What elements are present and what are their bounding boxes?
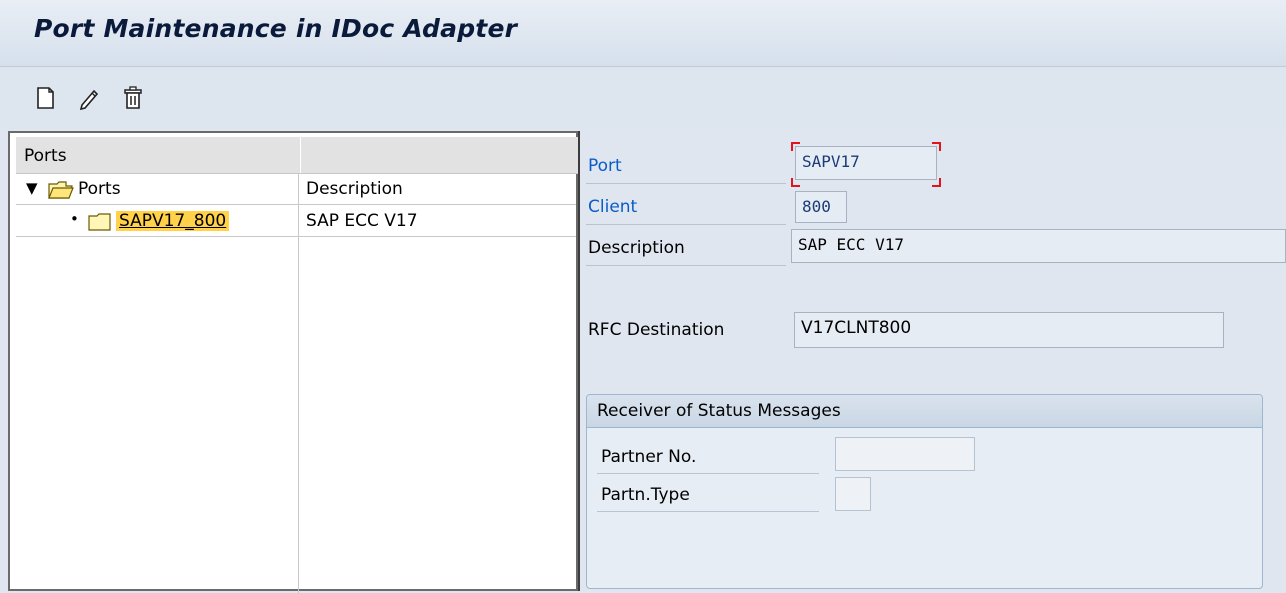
tree-header-label: Ports — [24, 146, 67, 166]
create-document-icon — [37, 87, 54, 109]
label-underline — [586, 183, 786, 184]
label-underline — [586, 224, 786, 225]
page-title: Port Maintenance in IDoc Adapter — [34, 14, 518, 43]
description-label: Description — [588, 238, 685, 258]
title-bar: Port Maintenance in IDoc Adapter — [0, 0, 1286, 67]
tree-node-label-selected[interactable]: SAPV17_800 — [116, 211, 230, 231]
description-field[interactable]: SAP ECC V17 — [791, 229, 1286, 263]
partner-no-field[interactable] — [835, 437, 975, 471]
group-header: Receiver of Status Messages — [587, 395, 1262, 428]
create-button[interactable] — [30, 83, 60, 113]
delete-button[interactable] — [118, 83, 148, 113]
focus-bracket-top-right — [932, 142, 941, 151]
row-divider — [16, 236, 576, 237]
application-toolbar — [0, 67, 1286, 129]
partner-type-field[interactable] — [835, 477, 871, 511]
expand-triangle-icon[interactable]: ▼ — [26, 179, 38, 197]
tree-column-header-description: Description — [306, 179, 403, 199]
pane-splitter[interactable] — [578, 131, 580, 591]
group-title: Receiver of Status Messages — [597, 401, 841, 421]
port-tree-panel: Ports ▼ Ports Description • SAPV17_800 S… — [8, 131, 580, 593]
partner-no-label: Partner No. — [601, 447, 697, 467]
label-underline — [597, 511, 819, 512]
open-folder-icon — [48, 181, 74, 199]
folder-icon — [88, 213, 111, 231]
focus-bracket-top-left — [791, 142, 800, 151]
tree-row-root[interactable]: ▼ Ports Description — [16, 173, 578, 205]
port-label: Port — [588, 156, 622, 176]
tree-header-column-ports[interactable]: Ports — [16, 137, 301, 173]
rfc-destination-label: RFC Destination — [588, 320, 725, 340]
tree-row-port[interactable]: • SAPV17_800 SAP ECC V17 — [16, 205, 578, 237]
status-receiver-group: Receiver of Status Messages Partner No. … — [586, 394, 1263, 589]
label-underline — [597, 473, 819, 474]
tree-node-label: Ports — [78, 179, 121, 199]
focus-bracket-bottom-right — [932, 178, 941, 187]
change-button[interactable] — [74, 83, 104, 113]
partner-type-label: Partn.Type — [601, 485, 690, 505]
label-underline — [586, 265, 786, 266]
client-field[interactable]: 800 — [795, 191, 847, 223]
trash-icon — [124, 86, 142, 109]
tree-header: Ports — [16, 137, 580, 174]
bullet-icon: • — [70, 210, 79, 228]
port-field[interactable]: SAPV17 — [795, 146, 937, 180]
tree-node-description: SAP ECC V17 — [306, 211, 418, 231]
focus-bracket-bottom-left — [791, 178, 800, 187]
pencil-icon — [79, 89, 99, 111]
rfc-destination-field[interactable]: V17CLNT800 — [794, 312, 1224, 348]
client-label: Client — [588, 197, 638, 217]
